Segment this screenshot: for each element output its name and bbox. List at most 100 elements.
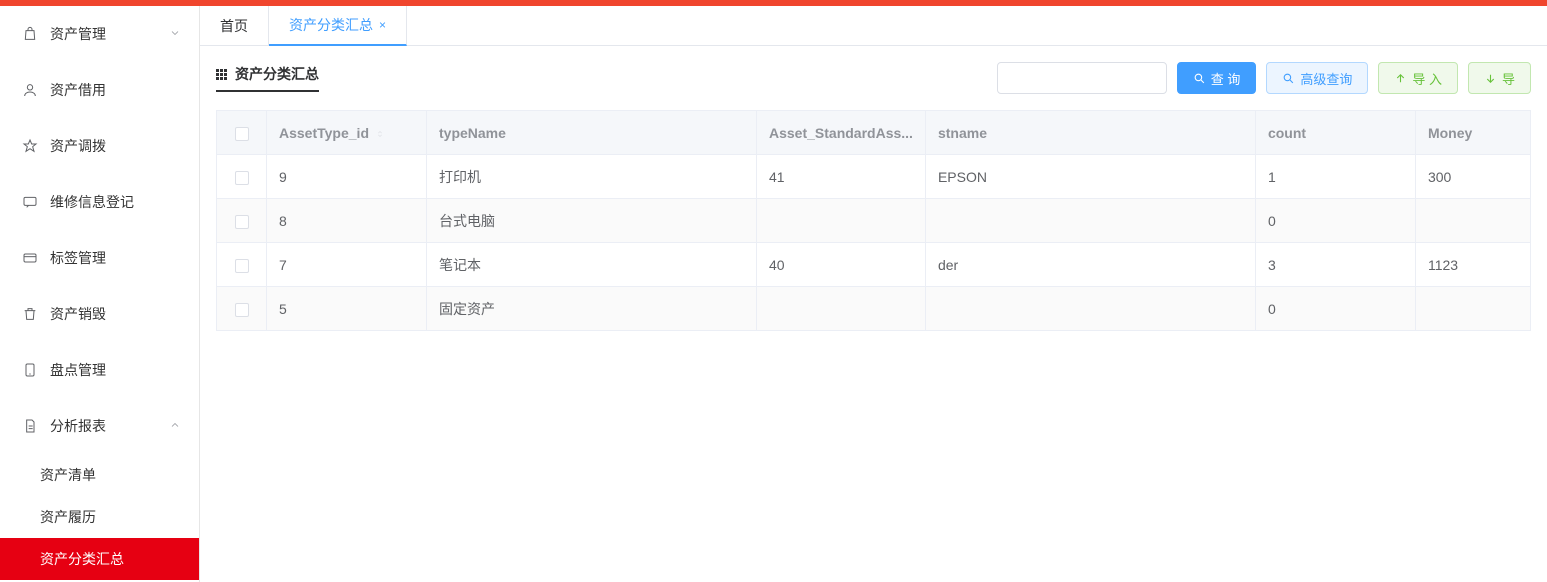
star-icon (22, 138, 38, 154)
cell-assettype-id: 5 (267, 287, 427, 331)
sidebar-item-inventory[interactable]: 盘点管理 (0, 342, 199, 398)
row-checkbox[interactable] (235, 215, 249, 229)
cell-count: 3 (1255, 243, 1415, 287)
table-header-row: AssetType_id typeName Asset_StandardAss.… (217, 111, 1531, 155)
tab-home[interactable]: 首页 (200, 6, 269, 45)
message-icon (22, 194, 38, 210)
col-stname[interactable]: stname (925, 111, 1255, 155)
col-standard[interactable]: Asset_StandardAss... (757, 111, 926, 155)
sidebar: 资产管理 资产借用 资产调拨 维修信息登记 标签管理 资产销毁 盘点管理 (0, 6, 200, 582)
cell-standard (757, 199, 926, 243)
doc-icon (22, 418, 38, 434)
cell-typename: 笔记本 (427, 243, 757, 287)
sidebar-item-asset-mgmt[interactable]: 资产管理 (0, 6, 199, 62)
search-icon (1282, 72, 1295, 85)
table-row[interactable]: 8台式电脑0 (217, 199, 1531, 243)
table-row[interactable]: 9打印机41EPSON1300 (217, 155, 1531, 199)
page-title-wrap: 资产分类汇总 (216, 64, 319, 92)
cell-stname (925, 287, 1255, 331)
button-label: 查 询 (1211, 69, 1241, 88)
row-select-cell (217, 287, 267, 331)
tab-label: 首页 (220, 16, 248, 36)
import-button[interactable]: 导 入 (1378, 62, 1458, 94)
close-icon[interactable]: × (379, 18, 386, 32)
row-select-cell (217, 199, 267, 243)
tab-bar: 首页 资产分类汇总 × (200, 6, 1547, 46)
export-button[interactable]: 导 (1468, 62, 1531, 94)
col-label: count (1268, 125, 1306, 141)
sidebar-item-report[interactable]: 分析报表 (0, 398, 199, 454)
col-label: AssetType_id (279, 125, 369, 141)
cell-typename: 固定资产 (427, 287, 757, 331)
row-checkbox[interactable] (235, 259, 249, 273)
sidebar-item-asset-destroy[interactable]: 资产销毁 (0, 286, 199, 342)
user-icon (22, 82, 38, 98)
sidebar-item-label: 维修信息登记 (50, 192, 134, 212)
sidebar-item-label: 资产销毁 (50, 304, 106, 324)
advanced-query-button[interactable]: 高级查询 (1266, 62, 1368, 94)
sidebar-item-label: 资产清单 (40, 465, 96, 485)
arrow-up-icon (1394, 72, 1407, 85)
sidebar-item-label: 资产借用 (50, 80, 106, 100)
search-icon (1193, 72, 1206, 85)
arrow-down-icon (1484, 72, 1497, 85)
tab-asset-category-summary[interactable]: 资产分类汇总 × (269, 6, 407, 46)
cell-stname: der (925, 243, 1255, 287)
table-row[interactable]: 7笔记本40der31123 (217, 243, 1531, 287)
query-button[interactable]: 查 询 (1177, 62, 1257, 94)
chevron-down-icon (169, 26, 181, 42)
col-typename[interactable]: typeName (427, 111, 757, 155)
page-header: 资产分类汇总 查 询 高级查询 导 入 (216, 62, 1531, 94)
col-label: typeName (439, 125, 506, 141)
cell-count: 1 (1255, 155, 1415, 199)
cell-typename: 打印机 (427, 155, 757, 199)
main: 首页 资产分类汇总 × 资产分类汇总 查 询 (200, 6, 1547, 582)
bag-icon (22, 26, 38, 42)
cell-count: 0 (1255, 199, 1415, 243)
sidebar-item-label: 资产履历 (40, 507, 96, 527)
cell-standard (757, 287, 926, 331)
col-label: stname (938, 125, 987, 141)
sidebar-item-asset-borrow[interactable]: 资产借用 (0, 62, 199, 118)
sidebar-sub-asset-category-summary[interactable]: 资产分类汇总 (0, 538, 199, 580)
table-row[interactable]: 5固定资产0 (217, 287, 1531, 331)
cell-stname: EPSON (925, 155, 1255, 199)
sidebar-item-label: 盘点管理 (50, 360, 106, 380)
col-label: Money (1428, 125, 1472, 141)
sort-icon[interactable] (373, 125, 385, 141)
cell-money: 300 (1415, 155, 1530, 199)
row-checkbox[interactable] (235, 171, 249, 185)
search-input[interactable] (997, 62, 1167, 94)
select-all-header (217, 111, 267, 155)
content: 资产分类汇总 查 询 高级查询 导 入 (200, 46, 1547, 582)
col-count[interactable]: count (1255, 111, 1415, 155)
cell-assettype-id: 8 (267, 199, 427, 243)
tab-label: 资产分类汇总 (289, 15, 373, 35)
col-assettype-id[interactable]: AssetType_id (267, 111, 427, 155)
button-label: 高级查询 (1300, 69, 1352, 88)
tablet-icon (22, 362, 38, 378)
sidebar-sub-asset-history[interactable]: 资产履历 (0, 496, 199, 538)
grid-icon (216, 69, 227, 80)
sidebar-item-asset-transfer[interactable]: 资产调拨 (0, 118, 199, 174)
row-select-cell (217, 243, 267, 287)
select-all-checkbox[interactable] (235, 127, 249, 141)
sidebar-item-label: 资产调拨 (50, 136, 106, 156)
cell-assettype-id: 9 (267, 155, 427, 199)
row-checkbox[interactable] (235, 303, 249, 317)
cell-money (1415, 199, 1530, 243)
page-title: 资产分类汇总 (235, 64, 319, 84)
col-money[interactable]: Money (1415, 111, 1530, 155)
sidebar-item-label: 资产分类汇总 (40, 549, 124, 569)
col-label: Asset_StandardAss... (769, 125, 913, 141)
sidebar-item-maintenance[interactable]: 维修信息登记 (0, 174, 199, 230)
sidebar-item-tag-mgmt[interactable]: 标签管理 (0, 230, 199, 286)
chevron-up-icon (169, 418, 181, 434)
button-label: 导 (1502, 69, 1515, 88)
page-actions: 查 询 高级查询 导 入 导 (997, 62, 1531, 94)
cell-standard: 41 (757, 155, 926, 199)
cell-money (1415, 287, 1530, 331)
sidebar-item-label: 资产管理 (50, 24, 106, 44)
sidebar-sub-asset-list[interactable]: 资产清单 (0, 454, 199, 496)
sidebar-item-label: 标签管理 (50, 248, 106, 268)
